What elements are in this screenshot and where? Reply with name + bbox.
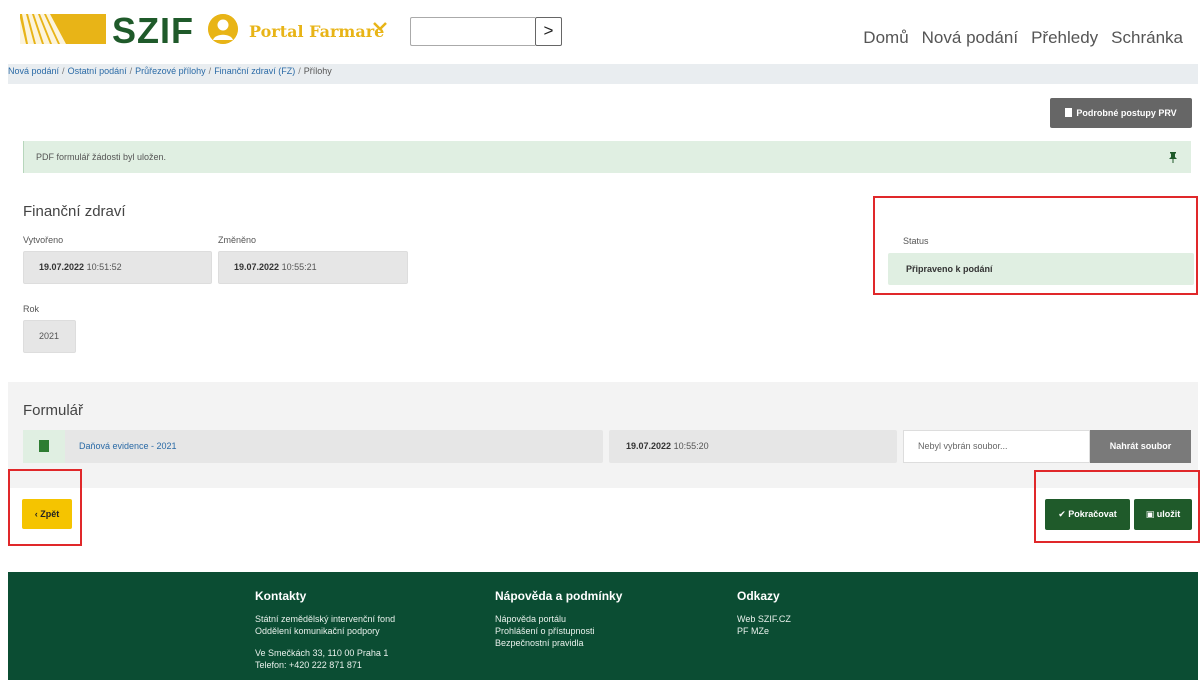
nav-nova-podani[interactable]: Nová podání [922, 28, 1018, 48]
header: SZIF Portal Farmare > Domů Nová podání P… [0, 0, 1200, 64]
prv-procedures-label: Podrobné postupy PRV [1076, 108, 1177, 118]
footer-help-title: Nápověda a podmínky [495, 589, 623, 603]
user-icon[interactable] [208, 14, 238, 44]
section-title-financni-zdravi: Finanční zdraví [23, 203, 126, 220]
footer-links-title: Odkazy [737, 589, 780, 603]
footer-contacts: Kontakty Státní zemědělský intervenční f… [255, 589, 395, 671]
footer-help-link[interactable]: Bezpečnostní pravidla [495, 637, 622, 649]
breadcrumb-current: Přílohy [303, 66, 332, 76]
highlight-back [8, 469, 82, 546]
created-label: Vytvořeno [23, 235, 64, 245]
document-icon [1065, 108, 1073, 117]
nav-domu[interactable]: Domů [863, 28, 908, 48]
footer-help-link[interactable]: Prohlášení o přístupnosti [495, 625, 622, 637]
nav-prehledy[interactable]: Přehledy [1031, 28, 1098, 48]
created-time: 10:51:52 [86, 262, 122, 272]
breadcrumb-separator: / [129, 66, 133, 76]
document-date: 19.07.2022 [626, 441, 672, 451]
footer-address-line: Ve Smečkách 33, 110 00 Praha 1 [255, 648, 389, 658]
highlight-actions [1034, 470, 1200, 543]
document-time: 10:55:20 [673, 441, 709, 451]
pin-icon[interactable] [1169, 152, 1177, 163]
footer-contact-line: Státní zemědělský intervenční fond [255, 614, 396, 624]
breadcrumb-item[interactable]: Průřezové přílohy [135, 66, 206, 76]
changed-label: Změněno [218, 235, 257, 245]
footer-link[interactable]: Web SZIF.CZ [737, 613, 791, 625]
top-navigation: Domů Nová podání Přehledy Schránka [863, 28, 1183, 48]
document-date-field: 19.07.2022 10:55:20 [609, 430, 897, 463]
nav-schranka[interactable]: Schránka [1111, 28, 1183, 48]
szif-logo-stripes[interactable] [20, 14, 106, 44]
created-field: 19.07.2022 10:51:52 [23, 251, 212, 284]
breadcrumb-separator: / [208, 66, 212, 76]
changed-time: 10:55:21 [281, 262, 317, 272]
footer-link[interactable]: PF MZe [737, 625, 791, 637]
breadcrumb-item[interactable]: Finanční zdraví (FZ) [214, 66, 295, 76]
success-alert: PDF formulář žádosti byl uložen. [23, 141, 1191, 173]
footer-links: Odkazy Web SZIF.CZ PF MZe [737, 589, 791, 637]
breadcrumb-separator: / [62, 66, 65, 76]
breadcrumb-item[interactable]: Ostatní podání [68, 66, 127, 76]
year-field: 2021 [23, 320, 76, 353]
pdf-file-icon [23, 430, 65, 463]
footer-address-line: Telefon: +420 222 871 871 [255, 660, 362, 670]
changed-date: 19.07.2022 [234, 262, 280, 272]
section-title-formular: Formulář [23, 402, 84, 419]
prv-procedures-button[interactable]: Podrobné postupy PRV [1050, 98, 1192, 128]
footer-contact-line: Oddělení komunikační podpory [255, 626, 380, 636]
breadcrumb-item[interactable]: Nová podání [8, 66, 59, 76]
footer-help-link[interactable]: Nápověda portálu [495, 613, 622, 625]
changed-field: 19.07.2022 10:55:21 [218, 251, 408, 284]
year-label: Rok [23, 304, 40, 314]
form-document-row: Daňová evidence - 2021 [23, 430, 603, 463]
chevron-down-icon[interactable] [372, 18, 388, 34]
portal-farmare-label[interactable]: Portal Farmare [249, 22, 384, 41]
footer-help: Nápověda a podmínky Nápověda portálu Pro… [495, 589, 622, 649]
footer: Kontakty Státní zemědělský intervenční f… [8, 572, 1198, 680]
breadcrumb-separator: / [298, 66, 301, 76]
szif-logo-text[interactable]: SZIF [112, 10, 194, 52]
footer-contacts-title: Kontakty [255, 589, 307, 603]
created-date: 19.07.2022 [39, 262, 85, 272]
alert-text: PDF formulář žádosti byl uložen. [36, 152, 167, 162]
search-input[interactable] [410, 17, 535, 46]
upload-file-button[interactable]: Nahrát soubor [1090, 430, 1191, 463]
document-link[interactable]: Daňová evidence - 2021 [79, 430, 177, 463]
highlight-status [873, 196, 1198, 295]
search-submit-button[interactable]: > [535, 17, 562, 46]
file-input[interactable]: Nebyl vybrán soubor... [903, 430, 1090, 463]
breadcrumb: Nová podání / Ostatní podání / Průřezové pří… [8, 64, 1198, 84]
